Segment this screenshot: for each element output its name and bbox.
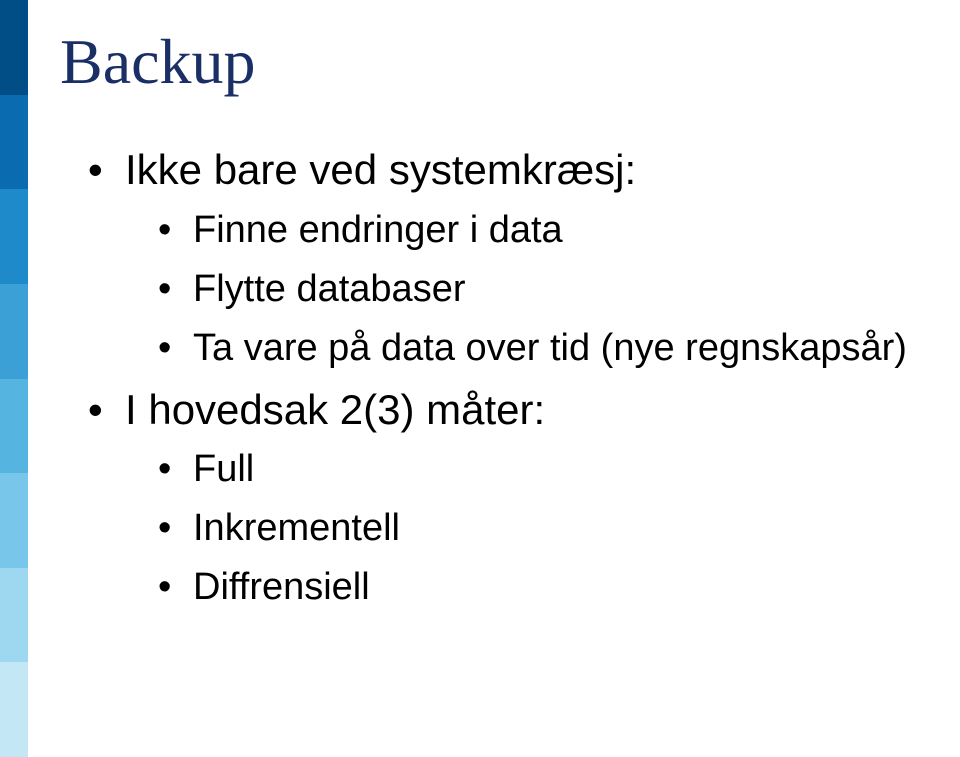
bullet-list: Ikke bare ved systemkræsj: Finne endring… bbox=[85, 140, 945, 617]
slide: Backup Ikke bare ved systemkræsj: Finne … bbox=[0, 0, 960, 757]
list-item: Flytte databaser bbox=[155, 260, 945, 319]
list-item: I hovedsak 2(3) måter: Full Inkrementell… bbox=[85, 380, 945, 618]
list-item-text: Full bbox=[193, 448, 254, 490]
slide-title: Backup bbox=[60, 25, 256, 99]
list-item: Ikke bare ved systemkræsj: Finne endring… bbox=[85, 140, 945, 378]
list-item-text: Inkrementell bbox=[193, 507, 400, 549]
list-item: Finne endringer i data bbox=[155, 201, 945, 260]
stripe-segment bbox=[0, 473, 28, 568]
list-item: Diffrensiell bbox=[155, 558, 945, 617]
list-item-text: Finne endringer i data bbox=[193, 209, 563, 251]
stripe-segment bbox=[0, 95, 28, 190]
stripe-segment bbox=[0, 189, 28, 284]
sub-bullet-list: Finne endringer i data Flytte databaser … bbox=[125, 201, 945, 378]
sub-bullet-list: Full Inkrementell Diffrensiell bbox=[125, 440, 945, 617]
stripe-segment bbox=[0, 379, 28, 474]
stripe-segment bbox=[0, 0, 28, 95]
list-item: Ta vare på data over tid (nye regnskapså… bbox=[155, 319, 945, 378]
stripe-segment bbox=[0, 568, 28, 663]
list-item-text: I hovedsak 2(3) måter: bbox=[125, 386, 545, 433]
list-item: Inkrementell bbox=[155, 499, 945, 558]
decorative-stripe bbox=[0, 0, 28, 757]
slide-body: Ikke bare ved systemkræsj: Finne endring… bbox=[85, 140, 945, 619]
list-item-text: Flytte databaser bbox=[193, 268, 465, 310]
stripe-segment bbox=[0, 284, 28, 379]
list-item: Full bbox=[155, 440, 945, 499]
list-item-text: Diffrensiell bbox=[193, 566, 370, 608]
stripe-segment bbox=[0, 662, 28, 757]
list-item-text: Ikke bare ved systemkræsj: bbox=[125, 146, 636, 193]
list-item-text: Ta vare på data over tid (nye regnskapså… bbox=[193, 327, 907, 369]
